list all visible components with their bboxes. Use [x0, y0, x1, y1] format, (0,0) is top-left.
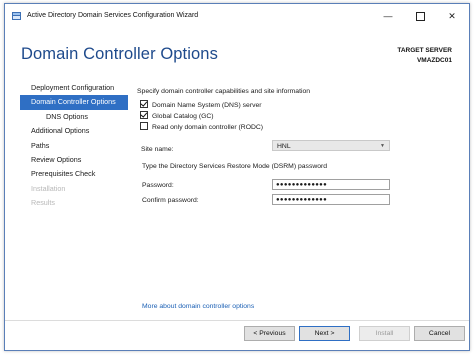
chevron-down-icon: ▼: [380, 143, 385, 149]
dns-server-checkbox[interactable]: [140, 100, 148, 109]
target-server-name: VMAZDC01: [416, 57, 452, 64]
target-server: TARGET SERVER VMAZDC01: [397, 46, 452, 66]
title-bar[interactable]: Active Directory Domain Services Configu…: [5, 4, 469, 28]
global-catalog-label: Global Catalog (GC): [152, 113, 214, 120]
global-catalog-option[interactable]: Global Catalog (GC): [140, 111, 214, 122]
cancel-button[interactable]: Cancel: [414, 326, 465, 341]
nav-item-results: Results: [31, 198, 55, 208]
nav-item-installation: Installation: [31, 183, 66, 193]
confirm-password-field[interactable]: ●●●●●●●●●●●●●: [272, 194, 390, 205]
global-catalog-checkbox[interactable]: [140, 111, 148, 120]
password-label: Password:: [142, 182, 174, 189]
nav-item-domain-controller-options[interactable]: Domain Controller Options: [20, 95, 128, 110]
previous-button[interactable]: < Previous: [244, 326, 295, 341]
rodc-label: Read only domain controller (RODC): [152, 124, 264, 131]
nav-item-review-options[interactable]: Review Options: [20, 153, 128, 167]
dns-server-label: Domain Name System (DNS) server: [152, 102, 262, 109]
nav-item-deployment-configuration[interactable]: Deployment Configuration: [20, 81, 128, 95]
confirm-password-label: Confirm password:: [142, 197, 199, 204]
rodc-checkbox[interactable]: [140, 122, 148, 131]
dsrm-heading: Type the Directory Services Restore Mode…: [142, 163, 328, 170]
dns-server-option[interactable]: Domain Name System (DNS) server: [140, 100, 262, 111]
site-name-value: HNL: [277, 143, 291, 150]
maximize-button[interactable]: [409, 9, 431, 23]
target-server-label: TARGET SERVER: [397, 47, 452, 54]
nav-item-additional-options[interactable]: Additional Options: [20, 124, 128, 138]
more-info-link[interactable]: More about domain controller options: [142, 303, 254, 310]
nav-item-prerequisites-check[interactable]: Prerequisites Check: [20, 167, 128, 181]
maximize-icon: [415, 12, 425, 22]
install-button: Install: [359, 326, 410, 341]
site-name-label: Site name:: [141, 146, 174, 153]
footer-divider: [5, 320, 469, 321]
nav-item-dns-options[interactable]: DNS Options: [20, 110, 128, 124]
server-manager-icon: [12, 12, 21, 20]
wizard-nav: Deployment Configuration Domain Controll…: [20, 81, 128, 211]
close-button[interactable]: ✕: [441, 9, 463, 23]
minimize-button[interactable]: —: [377, 9, 399, 23]
window-title: Active Directory Domain Services Configu…: [27, 12, 199, 19]
wizard-window: Active Directory Domain Services Configu…: [4, 3, 470, 351]
rodc-option[interactable]: Read only domain controller (RODC): [140, 122, 264, 133]
next-button[interactable]: Next >: [299, 326, 350, 341]
nav-item-paths[interactable]: Paths: [20, 139, 128, 153]
capabilities-heading: Specify domain controller capabilities a…: [137, 88, 311, 95]
site-name-select[interactable]: HNL ▼: [272, 140, 390, 151]
page-title: Domain Controller Options: [21, 45, 218, 63]
password-field[interactable]: ●●●●●●●●●●●●●: [272, 179, 390, 190]
